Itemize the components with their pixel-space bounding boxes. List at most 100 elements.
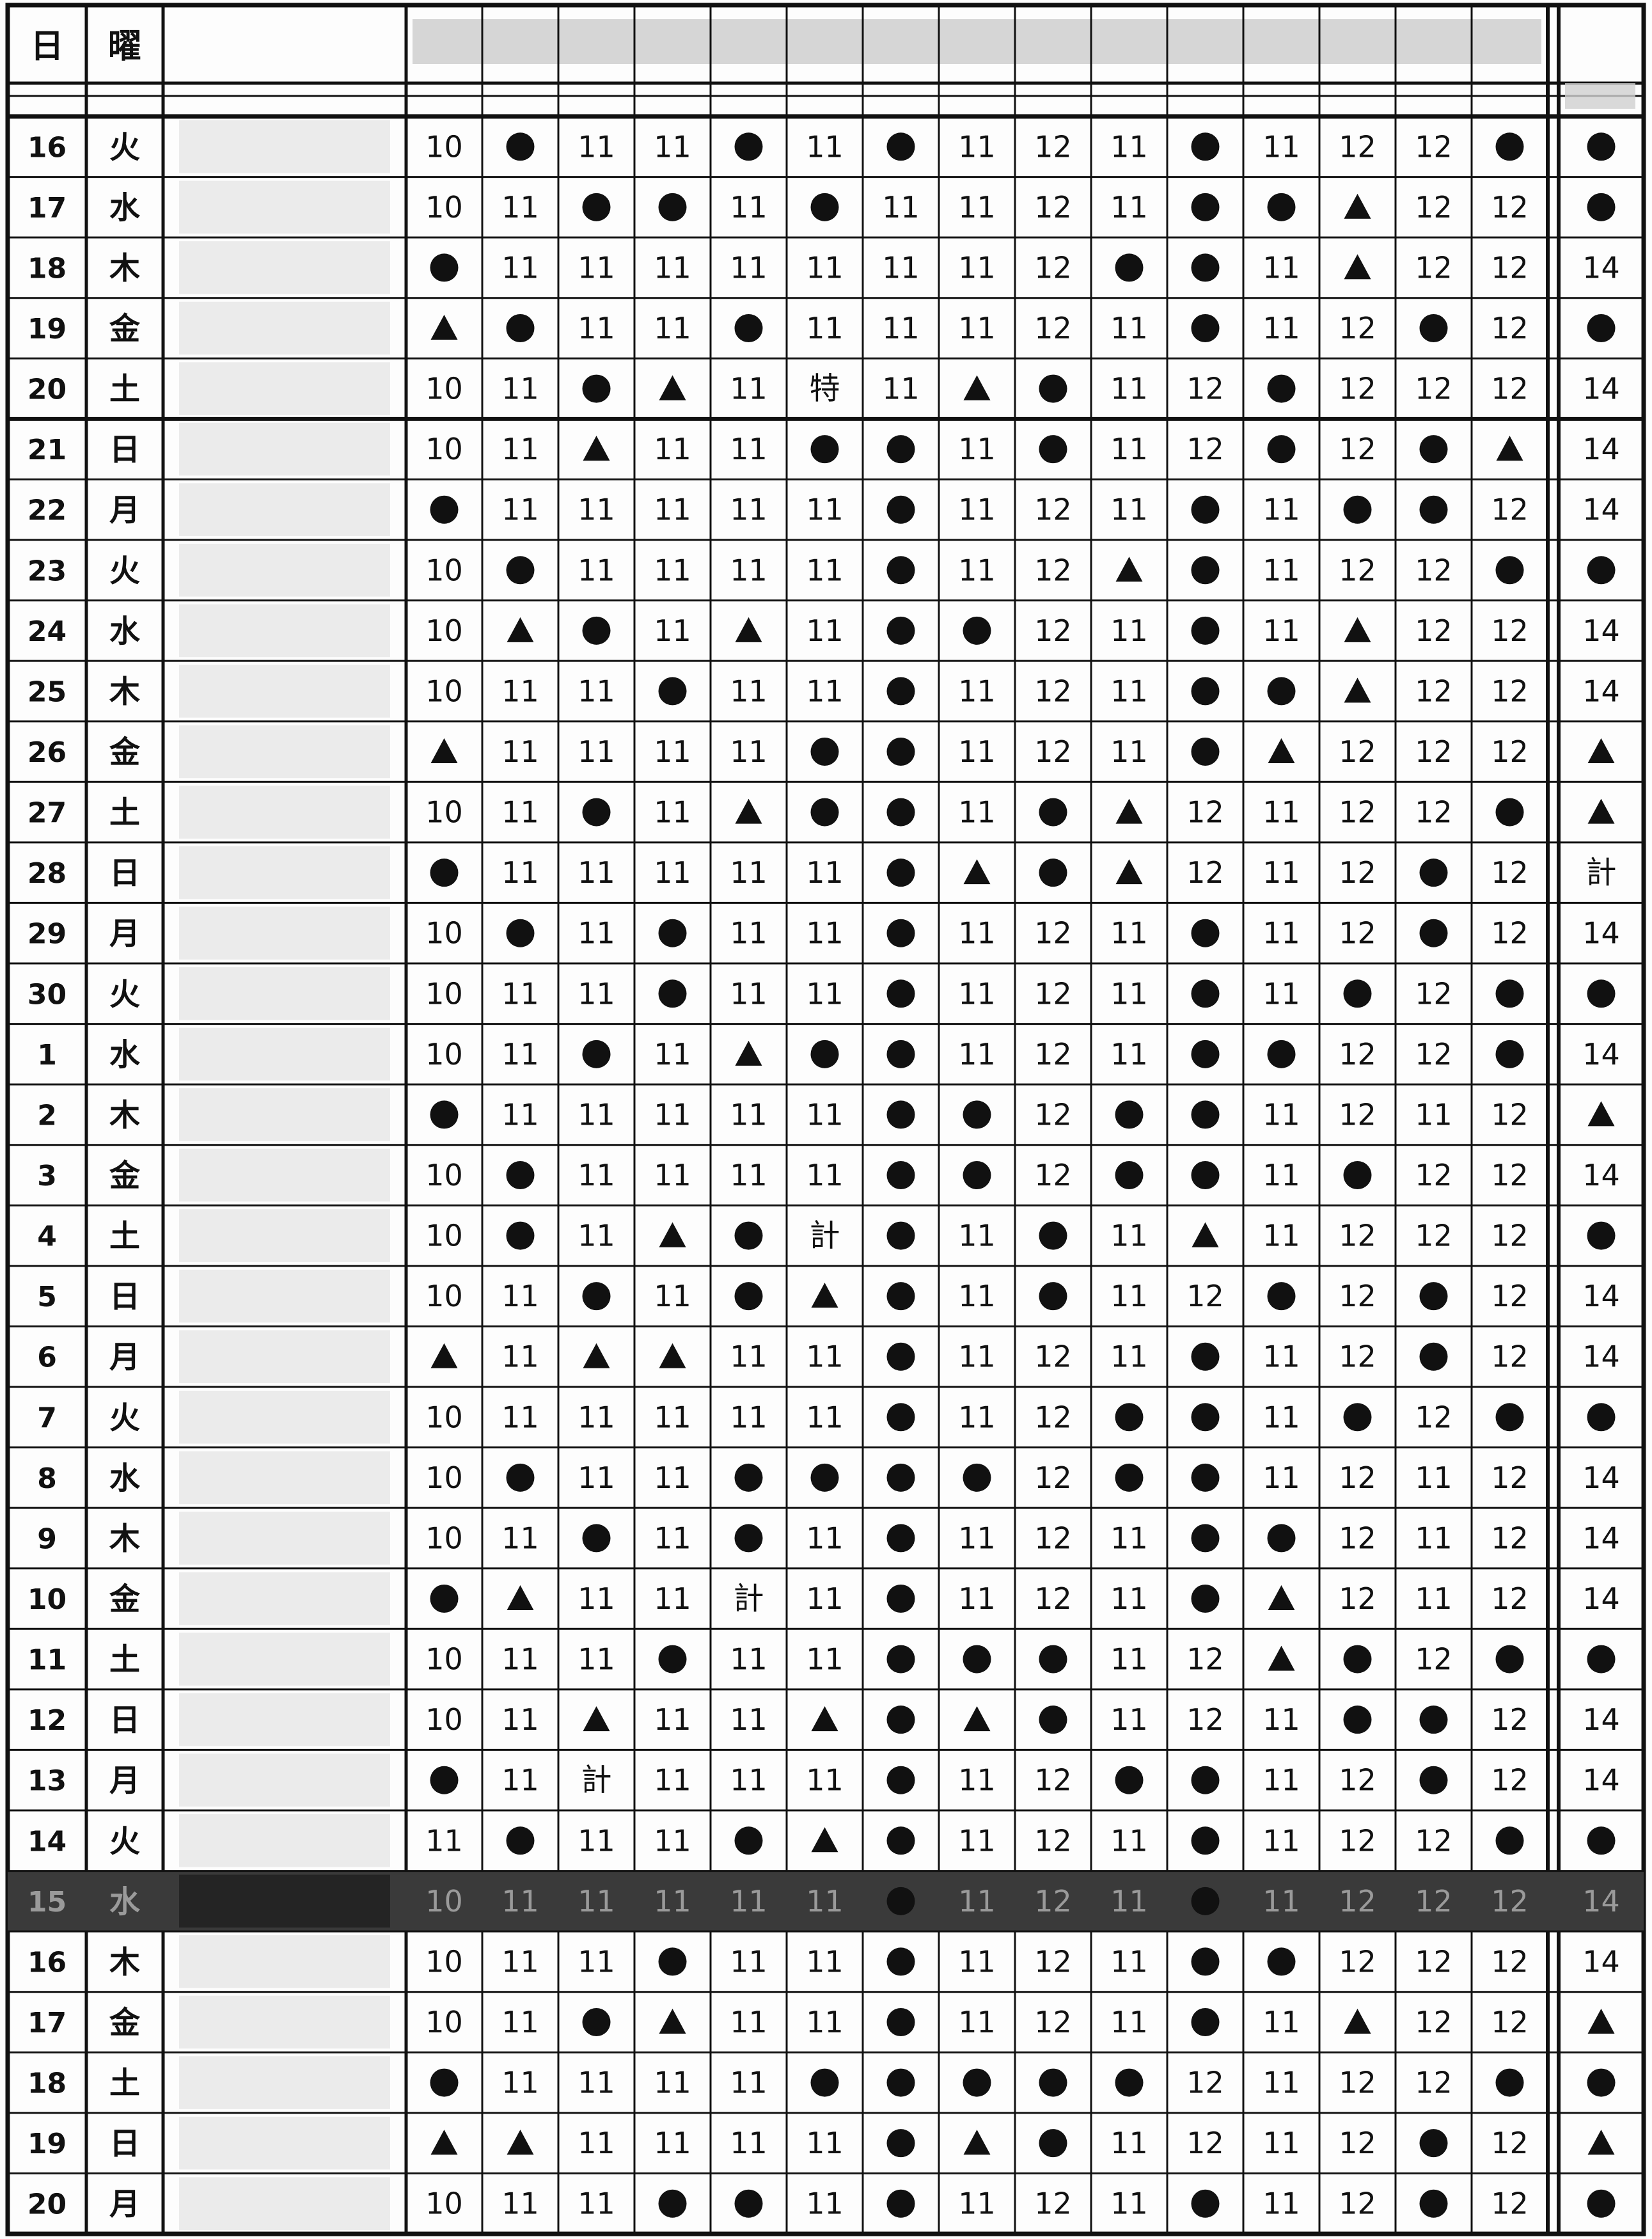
schedule-cell-circle <box>1191 1524 1220 1553</box>
schedule-cell: 11 <box>958 311 996 345</box>
schedule-cell-circle <box>734 314 763 342</box>
schedule-cell: 11 <box>578 2187 615 2221</box>
table-row: 19 金 11 11 11 11 11 12 11 11 12 12 <box>8 297 1644 355</box>
schedule-cell: 11 <box>501 1521 539 1555</box>
schedule-cell: 11 <box>958 916 996 951</box>
schedule-cell-triangle <box>735 1040 762 1066</box>
schedule-cell: 11 <box>578 1219 615 1253</box>
schedule-cell: 12 <box>1415 2005 1452 2039</box>
total-cell-triangle <box>1587 2009 1615 2034</box>
schedule-cell-circle <box>886 556 915 585</box>
total-cell: 14 <box>1582 674 1620 708</box>
schedule-cell: 11 <box>806 129 844 164</box>
schedule-cell: 12 <box>1491 190 1529 225</box>
schedule-cell: 11 <box>730 1340 767 1374</box>
schedule-cell: 10 <box>425 190 463 225</box>
schedule-cell: 11 <box>958 1340 996 1374</box>
schedule-cell-triangle <box>430 2130 458 2155</box>
table-row: 17 水 10 11 11 11 11 12 11 12 12 <box>8 176 1644 234</box>
schedule-cell: 11 <box>501 372 539 406</box>
schedule-cell: 11 <box>806 674 844 708</box>
schedule-cell-circle <box>1267 435 1296 464</box>
schedule-cell: 11 <box>806 2126 844 2160</box>
schedule-cell: 11 <box>578 1460 615 1495</box>
schedule-cell: 12 <box>1186 2066 1224 2100</box>
schedule-cell: 12 <box>1186 2126 1224 2160</box>
schedule-cell-circle <box>1495 556 1524 585</box>
schedule-cell-circle <box>810 435 839 464</box>
total-cell-triangle <box>1587 738 1615 763</box>
schedule-cell: 12 <box>1339 553 1376 587</box>
schedule-cell-triangle <box>1496 436 1523 461</box>
schedule-cell: 11 <box>1263 2005 1300 2039</box>
total-cell: 14 <box>1582 432 1620 466</box>
schedule-cell-circle <box>1191 495 1220 524</box>
schedule-cell-circle <box>1343 1705 1372 1734</box>
schedule-cell: 11 <box>958 674 996 708</box>
schedule-cell: 11 <box>730 2005 767 2039</box>
schedule-cell-circle <box>1419 2189 1448 2218</box>
table-row: 20 月 10 11 11 11 11 12 11 11 12 12 <box>8 2172 1644 2230</box>
schedule-cell-circle <box>1191 1403 1220 1432</box>
schedule-cell: 計 <box>733 1581 764 1617</box>
schedule-cell: 11 <box>501 1340 539 1374</box>
redacted-name-cell <box>179 906 390 960</box>
schedule-cell-circle <box>886 1585 915 1613</box>
redacted-name-cell <box>179 2177 390 2230</box>
schedule-cell-circle <box>1267 1524 1296 1553</box>
redacted-name-cell <box>179 1633 390 1686</box>
schedule-cell: 11 <box>1263 613 1300 648</box>
schedule-cell-circle <box>582 1040 611 1068</box>
schedule-cell: 11 <box>958 2187 996 2221</box>
schedule-cell: 11 <box>654 2066 691 2100</box>
schedule-cell: 11 <box>501 1702 539 1737</box>
schedule-cell-circle <box>582 193 611 221</box>
schedule-cell: 11 <box>501 1944 539 1979</box>
total-cell: 14 <box>1582 1763 1620 1798</box>
schedule-cell-circle <box>1191 193 1220 221</box>
schedule-cell: 12 <box>1415 795 1452 830</box>
schedule-cell-circle <box>1191 1463 1220 1492</box>
schedule-cell: 11 <box>730 1702 767 1737</box>
schedule-cell: 12 <box>1491 734 1529 769</box>
total-cell-circle <box>1587 979 1616 1008</box>
schedule-cell-circle <box>582 798 611 827</box>
schedule-cell-circle <box>886 616 915 645</box>
schedule-cell: 10 <box>425 1037 463 1072</box>
total-cell: 計 <box>1585 855 1616 890</box>
schedule-cell: 10 <box>425 1460 463 1495</box>
schedule-cell-triangle <box>735 617 762 642</box>
schedule-cell: 11 <box>730 1944 767 1979</box>
table-row: 15 水 10 11 11 11 11 11 11 12 11 11 12 12 12 14 <box>8 1870 1644 1932</box>
schedule-cell: 11 <box>654 795 691 830</box>
schedule-cell: 11 <box>730 1400 767 1434</box>
table-row: 11 土 10 11 11 11 11 11 12 12 <box>8 1627 1644 1686</box>
day-number: 24 <box>28 615 67 648</box>
schedule-cell: 11 <box>1415 1581 1452 1616</box>
schedule-cell-circle <box>506 132 535 161</box>
schedule-cell: 11 <box>501 1037 539 1072</box>
schedule-cell: 11 <box>1110 190 1148 225</box>
redacted-name-cell <box>179 483 390 536</box>
total-cell: 14 <box>1582 1521 1620 1555</box>
day-number: 13 <box>28 1765 67 1798</box>
table-row: 13 月 11 計 11 11 11 11 12 11 12 12 14 <box>8 1748 1644 1807</box>
schedule-cell-circle <box>430 495 459 524</box>
day-number: 15 <box>28 1886 67 1919</box>
schedule-cell: 12 <box>1339 372 1376 406</box>
schedule-cell: 11 <box>654 250 691 285</box>
schedule-cell: 12 <box>1034 2187 1072 2221</box>
schedule-cell: 11 <box>1110 432 1148 466</box>
schedule-cell: 12 <box>1415 613 1452 648</box>
schedule-cell: 11 <box>654 1763 691 1798</box>
schedule-cell: 11 <box>806 1521 844 1555</box>
schedule-cell: 11 <box>1110 129 1148 164</box>
schedule-cell: 11 <box>1110 2126 1148 2160</box>
schedule-cell: 12 <box>1491 1521 1529 1555</box>
schedule-cell-circle <box>658 919 687 947</box>
schedule-cell: 11 <box>654 1279 691 1313</box>
schedule-cell: 11 <box>501 190 539 225</box>
schedule-cell-triangle <box>1268 738 1295 763</box>
schedule-cell: 11 <box>1110 674 1148 708</box>
schedule-cell-triangle <box>811 1827 838 1853</box>
